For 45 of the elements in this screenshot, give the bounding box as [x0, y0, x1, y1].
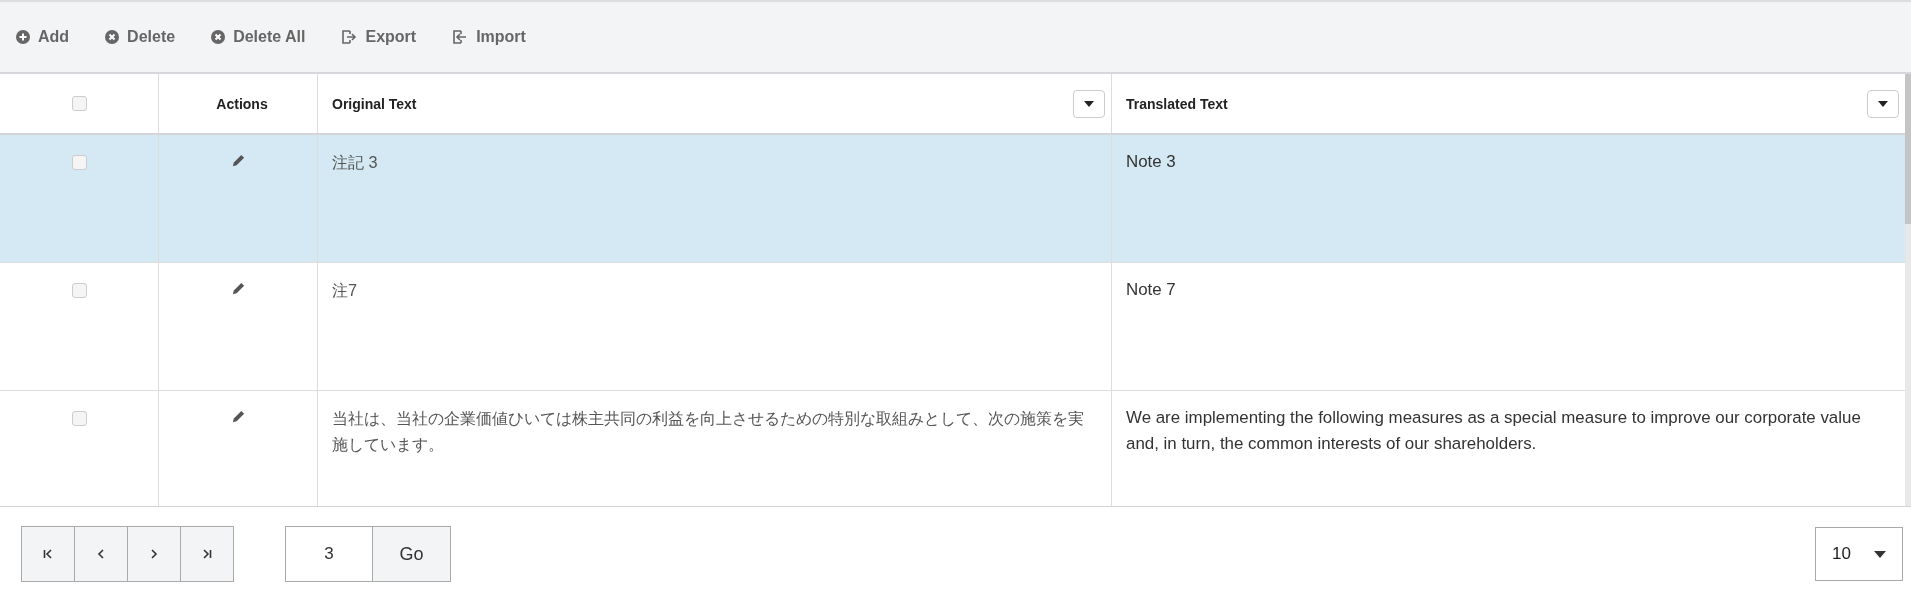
previous-page-button[interactable] — [74, 526, 128, 582]
row-checkbox[interactable] — [71, 283, 87, 298]
next-page-button[interactable] — [127, 526, 181, 582]
pencil-icon[interactable] — [230, 409, 246, 424]
x-circle-icon — [211, 30, 226, 44]
caret-icon — [1878, 100, 1888, 107]
go-button[interactable]: Go — [373, 526, 451, 582]
chevron-left-icon — [96, 549, 106, 559]
table-cell-text: 注7 — [332, 280, 359, 301]
toolbar-button[interactable]: Add — [16, 28, 70, 46]
last-page-icon — [202, 549, 212, 559]
chevron-right-icon — [149, 549, 159, 559]
column-header: Translated Text — [1126, 95, 1229, 112]
table-cell-text: We are implementing the following measures as a special measure to improve our corporate value and, in turn, the common interests of our shareholders. — [1126, 407, 1862, 455]
page-size-dropdown[interactable]: 10 — [1815, 527, 1903, 581]
table-cell-text: Note 7 — [1126, 279, 1177, 301]
filter-dropdown-button[interactable] — [1867, 89, 1899, 118]
import-icon — [452, 29, 469, 45]
caret-icon — [1084, 100, 1094, 107]
toolbar-button[interactable]: Delete — [105, 28, 176, 46]
caret-icon — [1874, 550, 1886, 558]
column-header: Original Text — [332, 95, 418, 112]
toolbar-button[interactable]: Import — [452, 28, 526, 46]
table-cell-text: 当社は、当社の企業価値ひいては株主共同の利益を向上させるための特別な取組みとして、次の施策を実施しています。 — [332, 408, 1085, 455]
first-page-button[interactable] — [21, 526, 75, 582]
column-header: Actions — [216, 95, 268, 112]
pencil-icon[interactable] — [230, 281, 246, 296]
table-row[interactable]: 注7 Note 7 — [0, 263, 1905, 391]
last-page-button[interactable] — [180, 526, 234, 582]
filter-dropdown-button[interactable] — [1073, 89, 1105, 118]
table-cell-text: Note 3 — [1126, 151, 1177, 173]
pencil-icon[interactable] — [230, 153, 246, 168]
table-cell-text: 注記 3 — [332, 152, 379, 173]
toolbar-button[interactable]: Export — [341, 28, 417, 46]
table-row[interactable]: 注記 3 Note 3 — [0, 135, 1905, 263]
toolbar-button[interactable]: Delete All — [211, 28, 306, 46]
export-icon — [341, 29, 358, 45]
scrollbar-thumb[interactable] — [1905, 74, 1911, 224]
row-checkbox[interactable] — [71, 155, 87, 170]
page-number-field[interactable]: 3 — [285, 526, 373, 582]
x-circle-icon — [105, 30, 120, 44]
select-all-checkbox[interactable] — [71, 96, 87, 111]
plus-circle-icon — [16, 30, 30, 44]
first-page-icon — [43, 549, 53, 559]
row-checkbox[interactable] — [71, 411, 87, 426]
